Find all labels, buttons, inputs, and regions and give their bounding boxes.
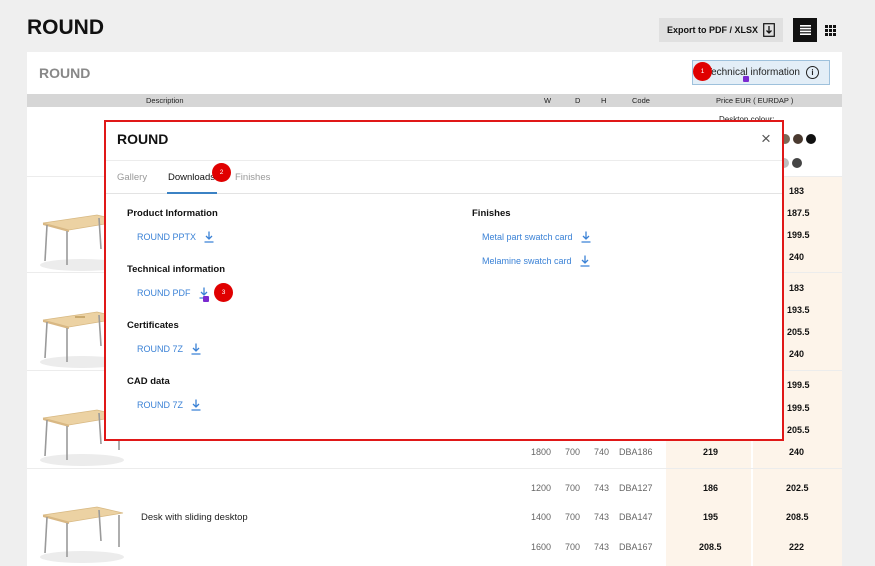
price-cell: 219 [703, 447, 719, 457]
list-view-button[interactable] [793, 18, 817, 42]
column-code: Code [632, 96, 650, 105]
price-cell: 240 [789, 447, 805, 457]
cell-h: 743 [594, 542, 610, 552]
download-icon [580, 255, 590, 267]
technical-information-button[interactable]: Technical information i [692, 60, 830, 85]
download-link-cad-7z[interactable]: ROUND 7Z [137, 399, 201, 411]
price-cell: 199.5 [787, 230, 810, 240]
price-cell: 183 [789, 283, 805, 293]
tab-finishes[interactable]: Finishes [235, 172, 270, 183]
cell-code: DBA186 [619, 447, 653, 457]
link-label: ROUND 7Z [137, 400, 184, 410]
download-icon [581, 231, 591, 243]
step-marker-1: 1 [693, 62, 712, 81]
cell-code: DBA127 [619, 483, 653, 493]
download-link-round-pptx[interactable]: ROUND PPTX [137, 231, 214, 243]
export-label: Export to PDF / XLSX [666, 25, 758, 35]
swatch[interactable] [806, 134, 816, 144]
table-header: Description W D H Code Price EUR ( EURDA… [27, 94, 842, 107]
cell-w: 1200 [531, 483, 552, 493]
section-finishes: Finishes [472, 208, 511, 219]
modal-tabs: Gallery Downloads Finishes [106, 160, 782, 194]
swatch[interactable] [793, 134, 803, 144]
download-icon [191, 399, 201, 411]
link-label: ROUND PPTX [137, 232, 197, 242]
column-h: H [601, 96, 607, 105]
price-cell: 240 [789, 349, 805, 359]
download-icon [763, 23, 775, 37]
download-link-metal-swatch[interactable]: Metal part swatch card [482, 231, 591, 243]
card-title: ROUND [39, 65, 91, 81]
step-marker-2: 2 [212, 163, 231, 182]
section-product-information: Product Information [127, 208, 218, 219]
column-description: Description [146, 96, 184, 105]
grid-view-button[interactable] [820, 18, 840, 42]
price-cell: 183 [789, 186, 805, 196]
price-cell: 208.5 [786, 512, 809, 522]
section-certificates: Certificates [127, 320, 179, 331]
row-divider [27, 468, 842, 469]
cell-code: DBA167 [619, 542, 653, 552]
price-cell: 205.5 [787, 425, 810, 435]
technical-information-label: Technical information [706, 67, 800, 78]
download-link-certificates-7z[interactable]: ROUND 7Z [137, 343, 201, 355]
cell-h: 743 [594, 483, 610, 493]
price-cell: 193.5 [787, 305, 810, 315]
section-technical-information: Technical information [127, 264, 226, 275]
column-d: D [575, 96, 581, 105]
column-price: Price EUR ( EURDAP ) [716, 96, 794, 105]
download-link-round-pdf[interactable]: ROUND PDF [137, 287, 209, 299]
column-w: W [544, 96, 552, 105]
link-label: ROUND PDF [137, 288, 191, 298]
cell-w: 1600 [531, 542, 552, 552]
swatch[interactable] [792, 158, 802, 168]
price-cell: 187.5 [787, 208, 810, 218]
price-cell: 202.5 [786, 483, 809, 493]
link-label: Melamine swatch card [482, 256, 572, 266]
cursor-pointer [203, 296, 209, 302]
cell-h: 740 [594, 447, 610, 457]
cell-d: 700 [565, 447, 581, 457]
export-pdf-xlsx-button[interactable]: Export to PDF / XLSX [659, 18, 783, 42]
cursor-pointer [743, 76, 749, 82]
price-cell: 186 [703, 483, 719, 493]
cell-d: 700 [565, 483, 581, 493]
price-cell: 199.5 [787, 380, 810, 390]
cell-code: DBA147 [619, 512, 653, 522]
price-cell: 240 [789, 252, 805, 262]
download-link-melamine-swatch[interactable]: Melamine swatch card [482, 255, 590, 267]
page-title: ROUND [27, 16, 104, 39]
price-cell: 205.5 [787, 327, 810, 337]
grid-view-icon [824, 24, 836, 36]
download-icon [204, 231, 214, 243]
downloads-modal: ROUND × Gallery Downloads Finishes Produ… [104, 120, 784, 441]
cell-d: 700 [565, 542, 581, 552]
cell-w: 1800 [531, 447, 552, 457]
cell-w: 1400 [531, 512, 552, 522]
row-description: Desk with sliding desktop [141, 512, 248, 523]
download-icon [191, 343, 201, 355]
price-cell: 222 [789, 542, 805, 552]
link-label: Metal part swatch card [482, 232, 573, 242]
link-label: ROUND 7Z [137, 344, 184, 354]
cell-h: 743 [594, 512, 610, 522]
price-cell: 199.5 [787, 403, 810, 413]
info-icon: i [806, 66, 819, 79]
tab-gallery[interactable]: Gallery [117, 172, 147, 183]
desk-image [40, 506, 124, 563]
cell-d: 700 [565, 512, 581, 522]
price-cell: 195 [703, 512, 719, 522]
active-tab-indicator [167, 192, 217, 194]
section-cad-data: CAD data [127, 376, 170, 387]
close-icon[interactable]: × [758, 130, 774, 147]
list-view-icon [799, 25, 811, 35]
tab-downloads[interactable]: Downloads [168, 172, 215, 183]
price-cell: 208.5 [699, 542, 722, 552]
step-marker-3: 3 [214, 283, 233, 302]
modal-title: ROUND [117, 131, 169, 147]
